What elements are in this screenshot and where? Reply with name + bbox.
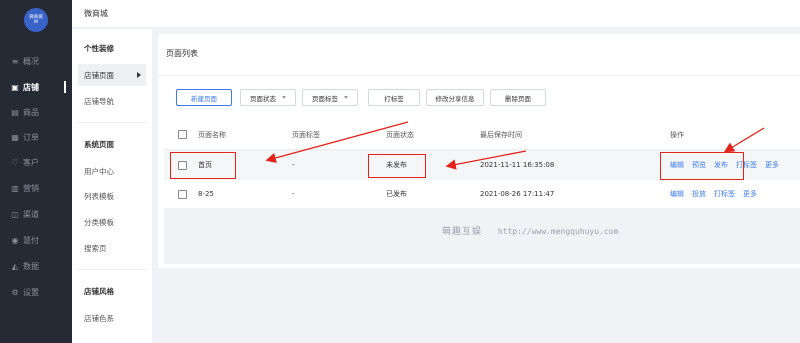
- deliver-link[interactable]: 投放: [692, 189, 706, 199]
- channel-icon: ◫: [11, 209, 19, 219]
- sidebar-item-customers[interactable]: ♡ 客户: [0, 152, 72, 172]
- goods-icon: ▤: [11, 107, 19, 117]
- submenu-group-decoration: 个性装修: [84, 44, 114, 53]
- submenu-divider: [78, 122, 146, 123]
- sidebar-item-label: 概况: [23, 56, 39, 66]
- watermark-url: http://www.mengquhuyu.com: [497, 227, 619, 236]
- column-header-status: 页面状态: [386, 130, 414, 139]
- sidebar-item-label: 慧付: [23, 235, 39, 245]
- main-sidebar: 微商城 W ≡ 概况 ▣ 店铺 ▤ 商品 ▦ 订单 ♡ 客户 ▥ 营销 ◫ 渠道…: [0, 0, 72, 343]
- gear-icon: ⚙: [11, 287, 19, 297]
- sidebar-item-label: 商品: [23, 107, 39, 117]
- delete-page-button[interactable]: 删除页面: [490, 89, 546, 106]
- submenu-item-shop-nav[interactable]: 店铺导航: [78, 90, 146, 112]
- watermark: 萌趣互娱 http://www.mengquhuyu.com: [442, 224, 618, 237]
- sidebar-item-label: 营销: [23, 183, 39, 193]
- more-link[interactable]: 更多: [743, 189, 757, 199]
- column-header-name: 页面名称: [198, 130, 226, 139]
- top-header: 微商城: [72, 0, 800, 28]
- app-root: 微商城 W ≡ 概况 ▣ 店铺 ▤ 商品 ▦ 订单 ♡ 客户 ▥ 营销 ◫ 渠道…: [0, 0, 800, 343]
- submenu-item-list-template[interactable]: 列表模板: [78, 185, 146, 207]
- sidebar-item-settings[interactable]: ⚙ 设置: [0, 282, 72, 302]
- submenu-group-system: 系统页面: [84, 140, 114, 149]
- page-tag-label: 页面标签: [312, 94, 338, 103]
- data-icon: ◭: [11, 261, 19, 271]
- pay-icon: ◉: [11, 235, 19, 245]
- submenu-group-style: 店铺风格: [84, 287, 114, 296]
- page-status-label: 页面状态: [250, 94, 276, 103]
- page-tag-select[interactable]: 页面标签: [302, 89, 358, 106]
- sidebar-item-label: 店铺: [23, 82, 39, 92]
- column-header-tag: 页面标签: [292, 130, 320, 139]
- list-icon: ≡: [11, 56, 19, 66]
- row-saved-at: 2021-08-26 17:11:47: [480, 190, 555, 198]
- submenu-item-shop-page[interactable]: 店铺页面: [78, 64, 146, 86]
- row-tag: -: [292, 161, 295, 169]
- submenu-item-color[interactable]: 店铺色系: [78, 307, 146, 329]
- heart-icon: ♡: [11, 157, 19, 167]
- submenu-item-category-template[interactable]: 分类模板: [78, 211, 146, 233]
- sidebar-item-overview[interactable]: ≡ 概况: [0, 51, 72, 71]
- highlight-box-actions: [660, 152, 744, 180]
- new-page-button[interactable]: 新建页面: [176, 89, 232, 106]
- sidebar-item-label: 渠道: [23, 209, 39, 219]
- row-tag: -: [292, 190, 295, 198]
- secondary-menu: 个性装修 店铺页面 店铺导航 系统页面 用户中心 列表模板 分类模板 搜索页 店…: [72, 29, 152, 343]
- sidebar-item-pay[interactable]: ◉ 慧付: [0, 230, 72, 250]
- title-divider: [158, 75, 800, 76]
- sidebar-item-orders[interactable]: ▦ 订单: [0, 127, 72, 147]
- edit-share-button[interactable]: 修改分享信息: [426, 89, 484, 106]
- header-title: 微商城: [84, 9, 108, 18]
- shop-icon: ▣: [11, 82, 19, 92]
- sidebar-item-label: 客户: [23, 157, 39, 167]
- page-table: 页面名称 页面标签 页面状态 最后保存时间 操作 首页 - 未发布 2021-1…: [164, 120, 800, 264]
- submenu-item-search-page[interactable]: 搜索页: [78, 237, 146, 259]
- logo-mark: W: [33, 20, 39, 26]
- select-all-checkbox[interactable]: [178, 130, 187, 139]
- sidebar-item-data[interactable]: ◭ 数据: [0, 256, 72, 276]
- edit-link[interactable]: 编辑: [670, 189, 684, 199]
- table-row: 8-25 - 已发布 2021-08-26 17:11:47 编辑 投放 打标签…: [164, 180, 800, 208]
- order-icon: ▦: [11, 132, 19, 142]
- highlight-box-name: [170, 152, 236, 179]
- row-saved-at: 2021-11-11 16:35:08: [480, 161, 555, 169]
- page-status-select[interactable]: 页面状态: [240, 89, 296, 106]
- highlight-box-status: [368, 154, 426, 178]
- more-link[interactable]: 更多: [765, 160, 779, 170]
- table-header: 页面名称 页面标签 页面状态 最后保存时间 操作: [164, 120, 800, 150]
- sidebar-item-shop[interactable]: ▣ 店铺: [0, 77, 72, 97]
- caret-down-icon: [344, 96, 348, 99]
- row-status: 已发布: [386, 190, 407, 198]
- chart-icon: ▥: [11, 183, 19, 193]
- tag-button[interactable]: 打标签: [368, 89, 420, 106]
- column-header-saved-at: 最后保存时间: [480, 130, 522, 139]
- column-header-actions: 操作: [670, 130, 684, 139]
- sidebar-item-label: 数据: [23, 261, 39, 271]
- tag-link[interactable]: 打标签: [714, 189, 735, 199]
- caret-down-icon: [282, 96, 286, 99]
- submenu-divider: [78, 269, 146, 270]
- submenu-item-user-center[interactable]: 用户中心: [78, 160, 146, 182]
- sidebar-item-label: 设置: [23, 287, 39, 297]
- sidebar-item-marketing[interactable]: ▥ 营销: [0, 178, 72, 198]
- sidebar-item-goods[interactable]: ▤ 商品: [0, 102, 72, 122]
- row-checkbox[interactable]: [178, 189, 187, 199]
- row-name: 8-25: [198, 190, 214, 198]
- store-logo[interactable]: 微商城 W: [24, 8, 48, 32]
- page-title: 页面列表: [166, 49, 198, 58]
- sidebar-item-label: 订单: [23, 132, 39, 142]
- sidebar-item-channels[interactable]: ◫ 渠道: [0, 204, 72, 224]
- row-actions: 编辑 投放 打标签 更多: [670, 180, 765, 208]
- watermark-brand: 萌趣互娱: [442, 227, 483, 237]
